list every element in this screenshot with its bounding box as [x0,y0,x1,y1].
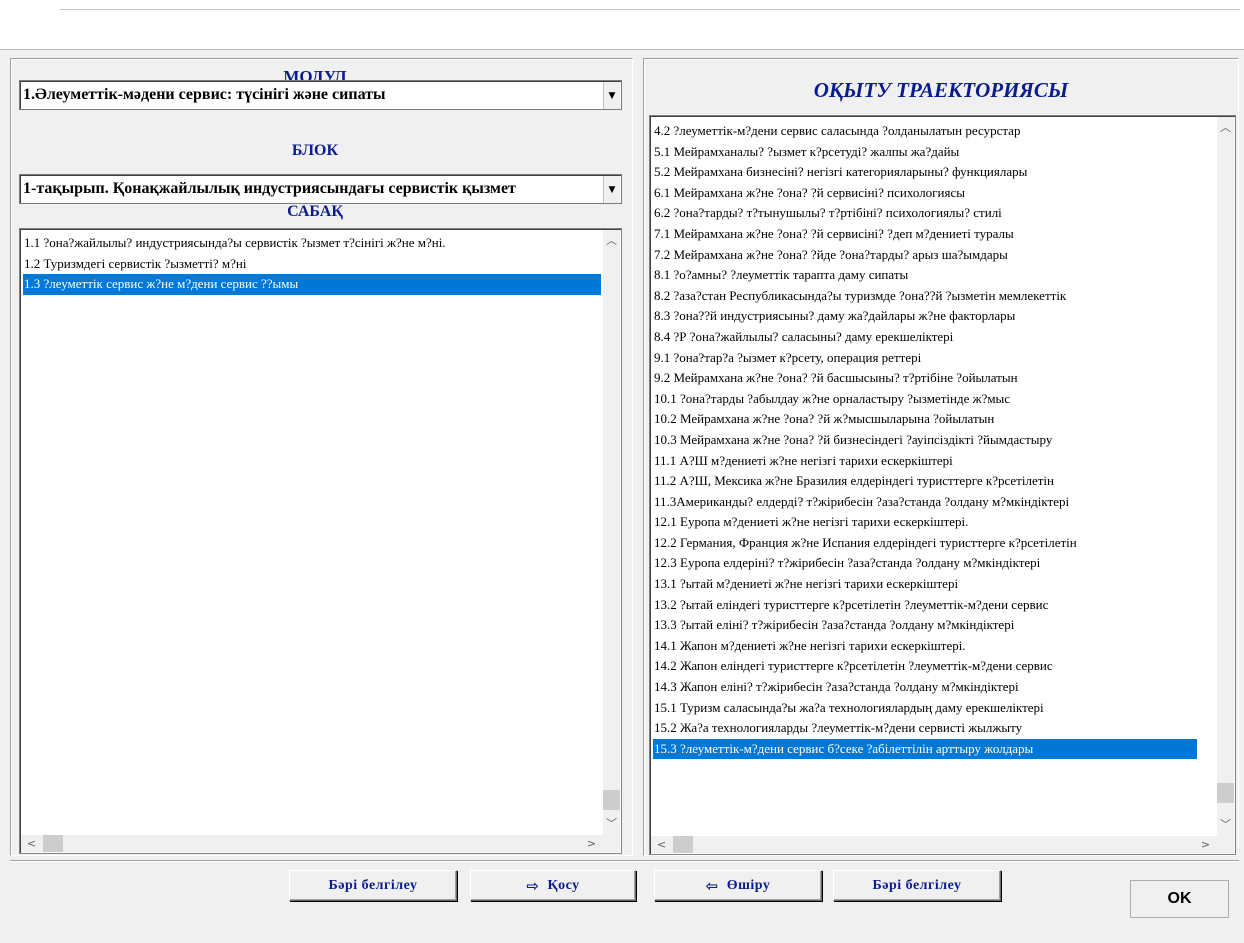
remove-label: Өшіру [726,877,771,893]
lesson-listbox[interactable]: 1.1 ?она?жайлылы? индустриясында?ы серви… [19,228,622,854]
trajectory-horizontal-scrollbar[interactable]: < > [651,836,1216,853]
list-item[interactable]: 8.1 ?о?амны? ?леуметтік тарапта даму сип… [653,265,1197,286]
lesson-title: САБАҚ [287,203,343,220]
scroll-thumb[interactable] [43,835,63,852]
trajectory-vertical-scrollbar[interactable]: ︿ ﹀ [1217,117,1234,835]
list-item[interactable]: 15.3 ?леуметтік-м?дени сервис б?секе ?аб… [653,738,1197,760]
scroll-thumb[interactable] [1217,783,1234,803]
list-item[interactable]: 15.1 Туризм саласында?ы жа?а технологиял… [653,698,1197,719]
scroll-thumb[interactable] [673,836,693,853]
list-item[interactable]: 8.2 ?аза?стан Республикасында?ы туризмде… [653,286,1197,307]
select-all-right-label: Бәрі белгілеу [872,877,962,893]
list-item[interactable]: 1.3 ?леуметтік сервис ж?не м?дени сервис… [23,274,601,295]
lesson-horizontal-scrollbar[interactable]: < > [21,835,602,852]
remove-button[interactable]: ⇦ Өшіру [654,870,822,901]
list-item[interactable]: 13.3 ?ытай елінi? т?жірибесін ?аза?станд… [653,615,1197,636]
scroll-thumb[interactable] [603,790,620,810]
add-label: Қосу [547,877,580,893]
add-button[interactable]: ⇨ Қосу [470,870,636,901]
list-item[interactable]: 14.1 Жапон м?дениеті ж?не негізгі тарихи… [653,636,1197,657]
list-item[interactable]: 12.3 Еуропа елдеріні? т?жірибесін ?аза?с… [653,553,1197,574]
module-selected-value: 1.Әлеуметтік-мәдени сервис: түсінігі жән… [23,86,386,103]
list-item[interactable]: 14.3 Жапон елінi? т?жірибесін ?аза?станд… [653,677,1197,698]
trajectory-title: ОҚЫТУ ТРАЕКТОРИЯСЫ [813,78,1069,102]
scroll-left-icon[interactable]: < [23,835,40,852]
list-item[interactable]: 4.2 ?леуметтік-м?дени сервис саласында ?… [653,121,1197,142]
list-item[interactable]: 15.2 Жа?а технологияларды ?леуметтік-м?д… [653,718,1197,739]
scroll-down-icon[interactable]: ﹀ [603,815,620,832]
list-item[interactable]: 8.3 ?она??й индустриясыны? даму жа?дайла… [653,306,1197,327]
list-item[interactable]: 10.1 ?она?тарды ?абылдау ж?не орналастыр… [653,389,1197,410]
top-header-area [0,0,1244,50]
ok-label: OK [1167,890,1192,907]
list-item[interactable]: 10.2 Мейрамхана ж?не ?она? ?й ж?мысшылар… [653,409,1197,430]
scroll-right-icon[interactable]: > [1197,836,1214,853]
list-item[interactable]: 13.1 ?ытай м?дениеті ж?не негізгі тарихи… [653,574,1197,595]
list-item[interactable]: 1.1 ?она?жайлылы? индустриясында?ы серви… [23,233,601,254]
scroll-right-icon[interactable]: > [583,835,600,852]
list-item[interactable]: 1.2 Туризмдегі сервистік ?ызметті? м?ні [23,254,601,275]
dropdown-arrow-icon[interactable]: ▼ [603,176,620,203]
list-item[interactable]: 12.2 Германия, Франция ж?не Испания елде… [653,533,1197,554]
ok-button[interactable]: OK [1130,880,1229,918]
block-dropdown[interactable]: 1-тақырып. Қонақжайлылық индустриясындағ… [19,174,622,204]
header-rule [60,9,1240,10]
scroll-down-icon[interactable]: ﹀ [1217,816,1234,833]
module-title: МОДУЛ [283,67,347,81]
scroll-left-icon[interactable]: < [653,836,670,853]
list-item[interactable]: 6.1 Мейрамхана ж?не ?она? ?й сервисіні? … [653,183,1197,204]
list-item[interactable]: 13.2 ?ытай еліндегі туристтерге к?рсетіл… [653,595,1197,616]
select-all-left-label: Бәрі белгілеу [328,877,418,893]
list-item[interactable]: 7.2 Мейрамхана ж?не ?она? ?йде ?она?тард… [653,245,1197,266]
lesson-list: 1.1 ?она?жайлылы? индустриясында?ы серви… [23,233,601,833]
list-item[interactable]: 11.3Американды? елдерді? т?жірибесін ?аз… [653,492,1197,513]
list-item[interactable]: 7.1 Мейрамхана ж?не ?она? ?й сервисіні? … [653,224,1197,245]
list-item[interactable]: 6.2 ?она?тарды? т?тынушылы? т?ртібіні? п… [653,203,1197,224]
trajectory-listbox[interactable]: 4.2 ?леуметтік-м?дени сервис саласында ?… [649,115,1236,855]
arrow-left-icon: ⇦ [705,876,719,895]
scroll-corner [1216,835,1234,853]
block-selected-value: 1-тақырып. Қонақжайлылық индустриясындағ… [23,180,516,197]
list-item[interactable]: 8.4 ?Р ?она?жайлылы? саласыны? даму ерек… [653,327,1197,348]
scroll-up-icon[interactable]: ︿ [1217,119,1234,136]
list-item[interactable]: 12.1 Еуропа м?дениеті ж?не негізгі тарих… [653,512,1197,533]
list-item[interactable]: 5.1 Мейрамханалы? ?ызмет к?рсетуді? жалп… [653,142,1197,163]
select-all-right-button[interactable]: Бәрі белгілеу [833,870,1001,901]
list-item[interactable]: 11.2 А?Ш, Мексика ж?не Бразилия елдерінд… [653,471,1197,492]
arrow-right-icon: ⇨ [526,876,540,895]
block-title: БЛОК [291,142,339,159]
list-item[interactable]: 14.2 Жапон еліндегі туристтерге к?рсетіл… [653,656,1197,677]
scroll-up-icon[interactable]: ︿ [603,232,620,249]
lesson-vertical-scrollbar[interactable]: ︿ ﹀ [603,230,620,834]
list-item[interactable]: 11.1 А?Ш м?дениеті ж?не негізгі тарихи е… [653,451,1197,472]
list-item[interactable]: 10.3 Мейрамхана ж?не ?она? ?й бизнесінде… [653,430,1197,451]
scroll-corner [602,834,620,852]
module-dropdown[interactable]: 1.Әлеуметтік-мәдени сервис: түсінігі жән… [19,80,622,110]
trajectory-list: 4.2 ?леуметтік-м?дени сервис саласында ?… [653,121,1197,834]
select-all-left-button[interactable]: Бәрі белгілеу [289,870,457,901]
list-item[interactable]: 5.2 Мейрамхана бизнесіні? негізгі катего… [653,162,1197,183]
dropdown-arrow-icon[interactable]: ▼ [603,82,620,109]
bottom-separator [10,860,1239,862]
list-item[interactable]: 9.1 ?она?тар?а ?ызмет к?рсету, операция … [653,348,1197,369]
list-item[interactable]: 9.2 Мейрамхана ж?не ?она? ?й басшысыны? … [653,368,1197,389]
